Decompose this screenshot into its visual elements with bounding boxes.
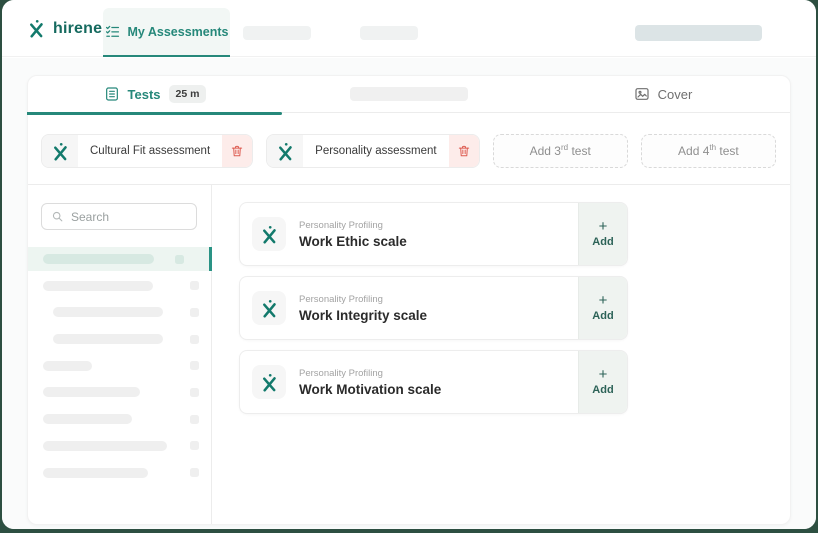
- search-box[interactable]: [41, 203, 197, 230]
- add-third-test-button[interactable]: Add 3rd test: [492, 134, 628, 168]
- test-result-card: Personality Profiling Work Integrity sca…: [239, 276, 628, 340]
- plus-icon: +: [598, 292, 608, 309]
- add-label: Add: [592, 310, 614, 322]
- nav-tab-my-assessments[interactable]: My Assessments: [103, 8, 230, 57]
- category-item[interactable]: [28, 434, 211, 458]
- test-title: Work Integrity scale: [299, 307, 428, 323]
- delete-test-button[interactable]: [448, 135, 479, 167]
- search-input[interactable]: [71, 209, 187, 224]
- skeleton-count: [190, 361, 199, 371]
- skeleton-count: [190, 441, 199, 451]
- hirenest-x-person-icon: [267, 135, 304, 167]
- skeleton-bar: [43, 254, 154, 264]
- category-item[interactable]: [28, 327, 211, 351]
- hirenest-x-person-icon: [27, 19, 46, 38]
- test-category: Personality Profiling: [299, 219, 383, 231]
- add-test-button[interactable]: + Add: [578, 277, 627, 339]
- test-category: Personality Profiling: [299, 293, 383, 305]
- add-slot-label: Add 4th test: [678, 143, 739, 159]
- hirenest-x-person-icon: [252, 217, 286, 251]
- top-header: hirenest My Assessments: [2, 0, 816, 57]
- skeleton-bar: [43, 280, 153, 291]
- test-info: Personality Profiling Work Motivation sc…: [299, 368, 441, 397]
- tab-tests[interactable]: Tests 25 m: [27, 76, 282, 115]
- add-fourth-test-button[interactable]: Add 4th test: [640, 134, 777, 168]
- duration-badge: 25 m: [168, 85, 207, 103]
- hirenest-x-person-icon: [42, 135, 78, 167]
- skeleton-count: [190, 387, 199, 397]
- skeleton-count: [190, 414, 199, 424]
- skeleton-count: [175, 254, 184, 264]
- plus-icon: +: [598, 366, 608, 383]
- selected-test-chip[interactable]: Cultural Fit assessment: [41, 134, 254, 168]
- category-item[interactable]: [28, 407, 211, 431]
- list-card-icon: [104, 86, 120, 102]
- skeleton-bar: [43, 440, 167, 451]
- category-item[interactable]: [28, 300, 211, 324]
- header-action-placeholder[interactable]: [635, 25, 762, 41]
- test-category: Personality Profiling: [299, 367, 383, 379]
- tab-cover[interactable]: Cover: [536, 76, 790, 112]
- trash-icon: [457, 144, 471, 158]
- skeleton-count: [190, 307, 199, 317]
- test-title: Work Motivation scale: [299, 381, 442, 397]
- test-title: Work Ethic scale: [299, 233, 407, 249]
- test-info: Personality Profiling Work Integrity sca…: [299, 294, 427, 323]
- add-test-button[interactable]: + Add: [578, 351, 627, 413]
- selected-tests-row: Cultural Fit assessment Personality asse…: [28, 113, 790, 189]
- add-label: Add: [592, 384, 614, 396]
- plus-icon: +: [598, 218, 608, 235]
- selected-test-name: Cultural Fit assessment: [90, 145, 211, 157]
- skeleton-bar: [43, 387, 140, 398]
- test-results-list: Personality Profiling Work Ethic scale +…: [212, 185, 790, 524]
- add-test-button[interactable]: + Add: [578, 203, 627, 265]
- image-icon: [634, 86, 650, 102]
- header-nav-placeholder-1[interactable]: [243, 26, 311, 40]
- page-background: Tests 25 m Cover Cultural Fit assessment: [2, 58, 816, 529]
- trash-icon: [230, 144, 244, 158]
- hirenest-x-person-icon: [252, 291, 286, 325]
- skeleton-count: [190, 281, 199, 291]
- test-result-card: Personality Profiling Work Motivation sc…: [239, 350, 628, 414]
- add-label: Add: [592, 236, 614, 248]
- checklist-icon: [105, 24, 120, 39]
- search-icon: [51, 210, 64, 223]
- skeleton-count: [190, 334, 199, 344]
- delete-test-button[interactable]: [222, 135, 253, 167]
- app-window: hirenest My Assessments Tests 25 m Cover…: [2, 0, 816, 529]
- skeleton-count: [190, 468, 199, 477]
- category-item-active[interactable]: [28, 247, 212, 271]
- tab-placeholder-bar: [350, 87, 468, 101]
- skeleton-bar: [43, 360, 92, 371]
- builder-body: Personality Profiling Work Ethic scale +…: [28, 184, 790, 524]
- category-item[interactable]: [28, 274, 211, 298]
- header-nav-placeholder-2[interactable]: [360, 26, 418, 40]
- assessment-builder-card: Tests 25 m Cover Cultural Fit assessment: [27, 75, 791, 525]
- skeleton-bar: [53, 334, 163, 345]
- builder-tabs: Tests 25 m Cover: [27, 76, 790, 115]
- category-item[interactable]: [28, 380, 211, 404]
- nav-tab-label: My Assessments: [127, 24, 229, 39]
- tab-placeholder[interactable]: [282, 76, 536, 112]
- skeleton-bar: [53, 307, 163, 318]
- category-list: [28, 247, 212, 485]
- category-item[interactable]: [28, 461, 211, 485]
- test-info: Personality Profiling Work Ethic scale: [299, 220, 407, 249]
- tab-tests-label: Tests: [127, 86, 161, 102]
- hirenest-x-person-icon: [252, 365, 286, 399]
- skeleton-bar: [43, 467, 148, 478]
- selected-test-name: Personality assessment: [315, 145, 437, 157]
- test-result-card: Personality Profiling Work Ethic scale +…: [239, 202, 628, 266]
- selected-test-chip[interactable]: Personality assessment: [266, 134, 480, 168]
- add-slot-label: Add 3rd test: [529, 143, 591, 159]
- tab-cover-label: Cover: [657, 86, 693, 102]
- category-item[interactable]: [28, 354, 211, 378]
- skeleton-bar: [43, 414, 132, 425]
- test-catalog-sidebar: [28, 185, 212, 524]
